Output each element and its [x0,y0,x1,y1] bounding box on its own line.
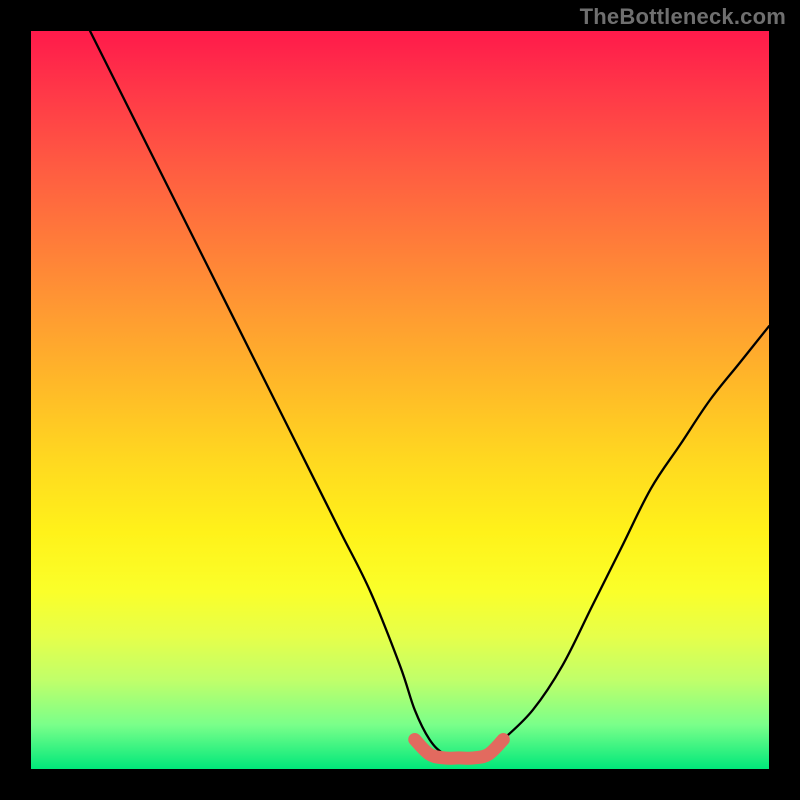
bottleneck-curve [90,31,769,758]
curve-layer [31,31,769,769]
plot-area [31,31,769,769]
watermark-label: TheBottleneck.com [580,4,786,30]
highlight-band [415,739,504,758]
chart-frame: TheBottleneck.com [0,0,800,800]
